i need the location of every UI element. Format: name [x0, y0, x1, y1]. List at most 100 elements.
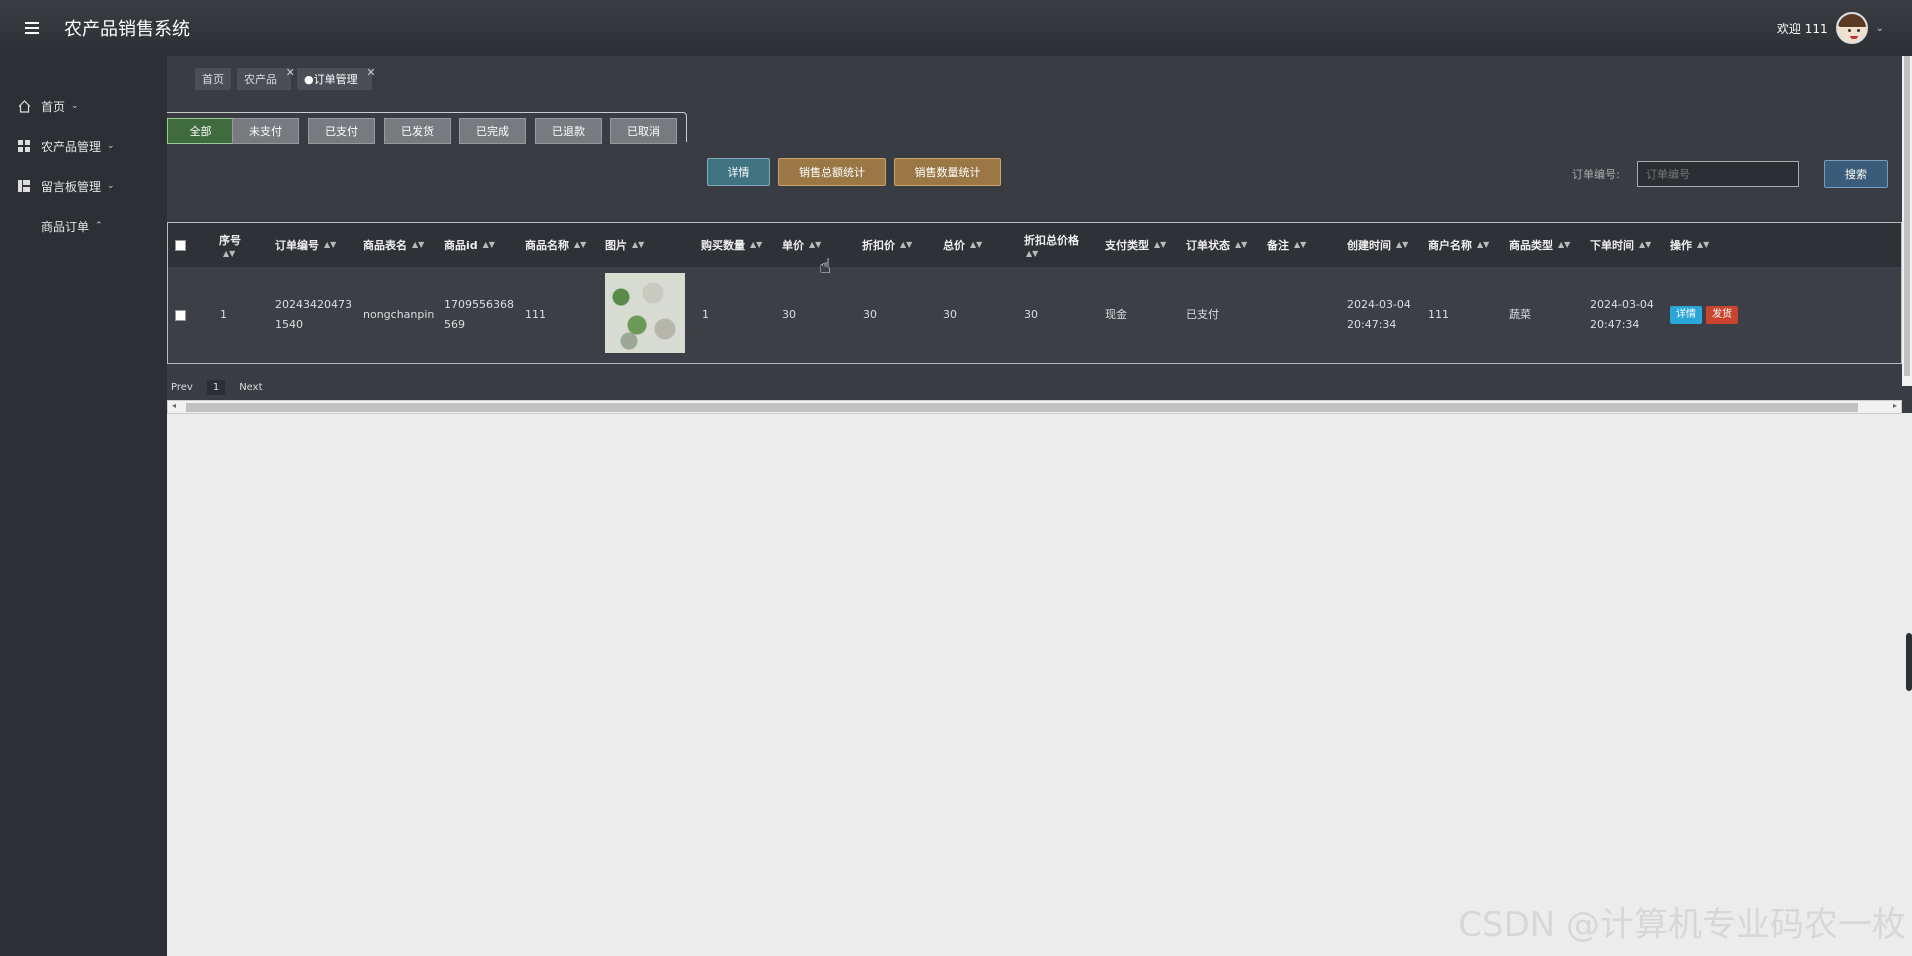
sort-icon: ▲▼ [1396, 240, 1409, 249]
chevron-down-icon: ⌄ [107, 181, 115, 191]
select-all-checkbox[interactable] [175, 239, 186, 251]
prev-page-button[interactable]: Prev [167, 380, 197, 395]
sidebar-item-message-board[interactable]: 留言板管理 ⌄ [0, 166, 167, 206]
status-tab-unpaid[interactable]: 未支付 [232, 118, 299, 144]
welcome-text: 欢迎 111 [1776, 21, 1828, 36]
page-tabs: 首页 农产品 ✕ ●订单管理 ✕ [195, 66, 376, 90]
search-input[interactable] [1637, 161, 1799, 187]
column-header[interactable]: 创建时间 ▲▼ [1347, 223, 1408, 267]
column-header[interactable]: 商品名称 ▲▼ [525, 223, 586, 267]
cell-goods-type: 蔬菜 [1509, 308, 1531, 321]
page-scrollbar-thumb[interactable] [1906, 633, 1912, 691]
row-ship-button[interactable]: 发货 [1706, 306, 1738, 324]
status-tab-paid[interactable]: 已支付 [308, 118, 375, 144]
row-detail-button[interactable]: 详情 [1670, 306, 1702, 324]
sidebar: 首页 ⌄ 农产品管理 ⌄ 留言板管理 ⌄ 商品订单 ⌃ [0, 56, 167, 956]
column-header[interactable]: 单价 ▲▼ [782, 223, 821, 267]
sidebar-item-home[interactable]: 首页 ⌄ [0, 86, 167, 126]
sort-icon: ▲▼ [809, 240, 822, 249]
sidebar-item-label: 商品订单 [41, 219, 90, 234]
status-tab-all[interactable]: 全部 [167, 118, 234, 144]
tab-home[interactable]: 首页 [195, 68, 231, 90]
detail-button[interactable]: 详情 [707, 158, 770, 186]
column-header[interactable]: 购买数量 ▲▼ [701, 223, 762, 267]
cell-goods-name: 111 [525, 308, 546, 321]
sort-icon: ▲▼ [1697, 240, 1710, 249]
sidebar-item-orders[interactable]: 商品订单 ⌃ [0, 206, 167, 246]
cell-quantity: 1 [702, 308, 709, 321]
product-image[interactable] [605, 273, 685, 353]
app-title: 农产品销售系统 [64, 19, 190, 40]
close-icon[interactable]: ✕ [286, 66, 295, 79]
avatar[interactable] [1835, 12, 1868, 44]
tab-products[interactable]: 农产品 ✕ [237, 66, 295, 90]
horizontal-scrollbar[interactable]: ◂ ▸ [167, 400, 1902, 414]
status-tab-shipped[interactable]: 已发货 [384, 118, 451, 144]
column-header[interactable]: 下单时间 ▲▼ [1590, 223, 1651, 267]
user-menu[interactable]: 欢迎 111 ⌄ [1777, 0, 1884, 56]
scroll-right-icon[interactable]: ▸ [1893, 401, 1897, 410]
column-header[interactable]: 商品表名 ▲▼ [363, 223, 424, 267]
column-header[interactable]: 图片 ▲▼ [605, 223, 644, 267]
column-header[interactable]: 订单状态 ▲▼ [1186, 223, 1247, 267]
sort-icon: ▲▼ [900, 240, 913, 249]
cell-pay-type: 现金 [1105, 308, 1127, 321]
top-header: 农产品销售系统 欢迎 111 ⌄ [0, 0, 1912, 56]
main-content: 首页 农产品 ✕ ●订单管理 ✕ 全部 未支付 已支付 已发货 已完成 已退款 已取… [167, 56, 1912, 413]
column-header[interactable]: 订单编号 ▲▼ [275, 223, 336, 267]
current-page[interactable]: 1 [206, 380, 226, 395]
row-checkbox[interactable] [175, 309, 186, 321]
sort-icon: ▲▼ [632, 240, 645, 249]
sort-icon: ▲▼ [1477, 240, 1490, 249]
columns-icon [17, 179, 31, 193]
cell-goods-id: 1709556368 569 [444, 298, 514, 331]
sort-icon: ▲▼ [750, 240, 763, 249]
column-header[interactable]: 商品类型 ▲▼ [1509, 223, 1570, 267]
cell-operations: 详情 发货 [1670, 267, 1742, 363]
status-filter-tabs: 全部 未支付 已支付 已发货 已完成 已退款 已取消 [167, 112, 687, 144]
table-header: 序号 ▲▼ 订单编号 ▲▼ 商品表名 ▲▼ 商品id ▲▼ 商品名称 ▲▼ 图片 ▲▼ 购买… [168, 223, 1901, 267]
sidebar-item-label: 首页 [41, 99, 66, 114]
cell-order-time: 2024-03-04 20:47:34 [1590, 298, 1654, 331]
menu-toggle-icon[interactable] [0, 18, 64, 39]
column-header[interactable]: 操作 ▲▼ [1670, 223, 1709, 267]
cell-created-time: 2024-03-04 20:47:34 [1347, 298, 1411, 331]
chevron-down-icon[interactable]: ⌄ [1876, 23, 1884, 34]
sales-count-stats-button[interactable]: 销售数量统计 [894, 158, 1001, 186]
column-header[interactable]: 备注 ▲▼ [1267, 223, 1306, 267]
search-label: 订单编号: [1572, 168, 1620, 181]
cell-discount-total: 30 [1024, 308, 1038, 321]
column-header[interactable]: 折扣价 ▲▼ [862, 223, 912, 267]
chevron-down-icon: ⌄ [71, 101, 79, 111]
sales-amount-stats-button[interactable]: 销售总额统计 [778, 158, 886, 186]
cell-discount-price: 30 [863, 308, 877, 321]
column-header[interactable]: 折扣总价格 ▲▼ [1024, 223, 1079, 267]
sort-icon: ▲▼ [223, 249, 236, 258]
scrollbar-thumb[interactable] [186, 403, 1858, 412]
sidebar-item-product-management[interactable]: 农产品管理 ⌄ [0, 126, 167, 166]
vertical-scrollbar[interactable] [1902, 56, 1912, 386]
pagination: Prev 1 Next [167, 380, 267, 395]
next-page-button[interactable]: Next [235, 380, 266, 395]
watermark: CSDN @计算机专业码农一枚 [1458, 905, 1906, 945]
grid-icon [17, 139, 31, 153]
column-header[interactable]: 商户名称 ▲▼ [1428, 223, 1489, 267]
search-button[interactable]: 搜索 [1824, 160, 1888, 188]
scroll-left-icon[interactable]: ◂ [172, 401, 176, 410]
column-header[interactable]: 序号 ▲▼ [219, 223, 241, 267]
close-icon[interactable]: ✕ [366, 66, 375, 79]
column-header[interactable]: 商品id ▲▼ [444, 223, 495, 267]
tab-order-management[interactable]: ●订单管理 ✕ [297, 66, 376, 90]
cell-order-no: 20243420473 1540 [275, 298, 352, 331]
sort-icon: ▲▼ [970, 240, 983, 249]
status-tab-cancelled[interactable]: 已取消 [610, 118, 677, 144]
status-tab-refunded[interactable]: 已退款 [535, 118, 602, 144]
column-header[interactable]: 总价 ▲▼ [943, 223, 982, 267]
cell-merchant: 111 [1428, 308, 1449, 321]
column-header[interactable]: 支付类型 ▲▼ [1105, 223, 1166, 267]
cell-index: 1 [220, 308, 227, 321]
home-icon [17, 99, 31, 113]
status-tab-completed[interactable]: 已完成 [459, 118, 526, 144]
chevron-down-icon: ⌄ [107, 141, 115, 151]
orders-table: 序号 ▲▼ 订单编号 ▲▼ 商品表名 ▲▼ 商品id ▲▼ 商品名称 ▲▼ 图片 ▲▼ 购买… [167, 222, 1902, 364]
